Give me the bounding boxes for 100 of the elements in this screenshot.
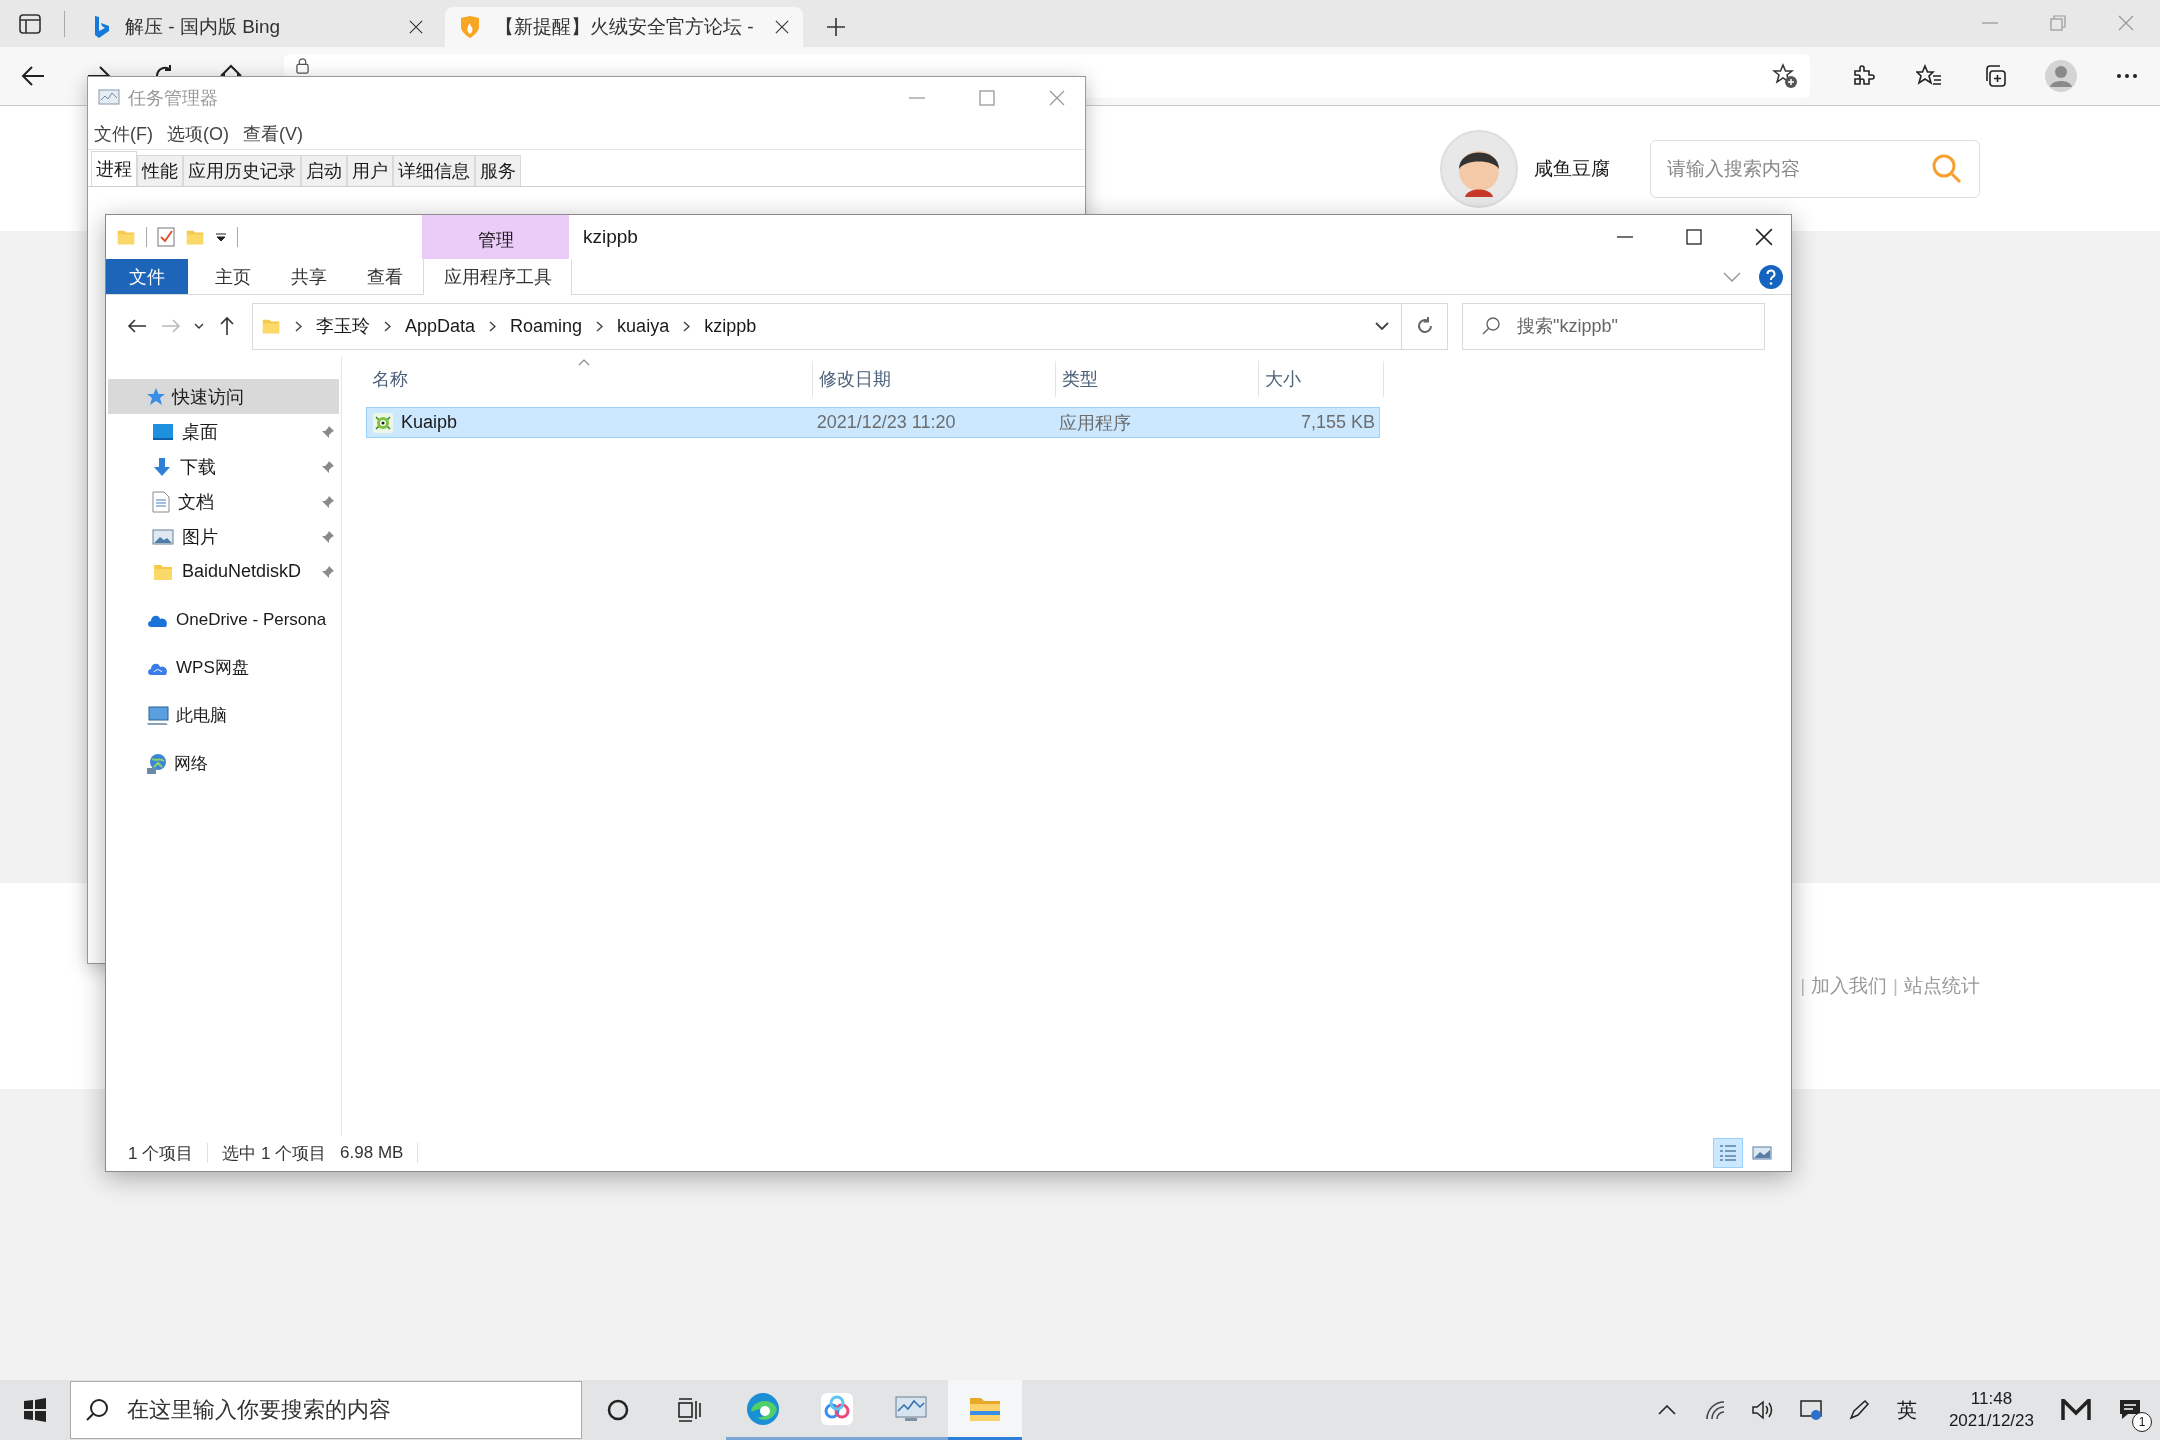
chevron-right-icon	[384, 320, 391, 332]
breadcrumb-item[interactable]: Roaming	[510, 315, 583, 337]
breadcrumb-item[interactable]: kuaiya	[617, 315, 670, 337]
cell-text: 2021/12/23 11:20	[816, 412, 956, 433]
nav-item[interactable]: WPS网盘	[108, 650, 339, 685]
list-icon	[1718, 1143, 1738, 1163]
ribbon-tab[interactable]: 应用程序工具	[423, 259, 572, 295]
close-icon[interactable]	[1755, 228, 1773, 246]
window-title: 任务管理器	[128, 86, 218, 110]
profile-avatar-icon[interactable]	[2044, 59, 2078, 93]
nav-item[interactable]: 网络	[108, 746, 339, 781]
ribbon-tab[interactable]: 查看	[347, 259, 423, 294]
column-header[interactable]: 大小	[1259, 361, 1384, 397]
puzzle-icon[interactable]	[1851, 64, 1875, 88]
selection-count: 选中 1 个项目	[222, 1142, 327, 1165]
selection-size: 6.98 MB	[340, 1143, 404, 1163]
pin-icon	[321, 424, 335, 439]
tab[interactable]: 应用历史记录	[183, 155, 301, 186]
nav-item[interactable]: 此电脑	[108, 698, 339, 733]
windows-start-icon[interactable]	[23, 1398, 47, 1422]
b-logo-icon	[93, 15, 111, 39]
add-favorite-icon[interactable]	[1772, 63, 1798, 89]
tab[interactable]: 进程	[91, 151, 137, 186]
favorites-icon[interactable]	[1916, 64, 1942, 88]
tab[interactable]: 服务	[475, 155, 521, 186]
wifi-icon[interactable]	[1703, 1400, 1726, 1420]
more-icon[interactable]	[2116, 73, 2138, 79]
ribbon-tab[interactable]: 文件	[106, 259, 188, 294]
nav-item[interactable]: OneDrive - Persona	[108, 602, 339, 637]
cell-text: 7,155 KB	[1300, 412, 1375, 433]
help-icon[interactable]	[1759, 264, 1783, 289]
maximize-icon[interactable]	[1686, 229, 1702, 245]
volume-icon[interactable]	[1750, 1400, 1775, 1420]
star-icon	[146, 386, 166, 407]
chevron-down-icon[interactable]	[1375, 322, 1389, 330]
dropdown-caret-icon[interactable]	[215, 231, 227, 243]
browser-tab[interactable]: 解压 - 国内版 Bing	[79, 7, 437, 47]
cell-text: Kuaipb	[401, 412, 458, 433]
refresh-button[interactable]	[1402, 302, 1448, 350]
search-icon	[85, 1398, 109, 1422]
window-title: kzippb	[583, 226, 638, 248]
task-view-icon[interactable]	[677, 1398, 703, 1422]
menu-item[interactable]: 查看(V)	[243, 121, 303, 146]
chevron-down-icon[interactable]	[194, 323, 204, 329]
chevron-right-icon	[489, 320, 497, 332]
breadcrumb-item[interactable]: AppData	[405, 315, 476, 337]
nav-item[interactable]: 快速访问	[108, 379, 339, 414]
item-count: 1 个项目	[128, 1142, 194, 1165]
m-logo-icon[interactable]	[2061, 1399, 2091, 1421]
expand-ribbon-icon[interactable]	[1723, 271, 1741, 282]
checklist-icon[interactable]	[157, 227, 175, 247]
input-method-indicator[interactable]: 英	[1882, 1396, 1931, 1424]
tab[interactable]: 详细信息	[393, 155, 475, 186]
back-icon[interactable]	[21, 65, 45, 87]
new-tab-icon[interactable]	[826, 17, 846, 37]
search-field[interactable]: 请输入搜索内容	[1650, 139, 1980, 198]
circle-icon[interactable]	[606, 1398, 630, 1422]
browser-tab[interactable]: 【新提醒】火绒安全官方论坛 -	[445, 7, 803, 47]
nav-item[interactable]: BaiduNetdiskD	[108, 554, 339, 589]
download-arrow-icon	[152, 456, 172, 477]
user-name[interactable]: 咸鱼豆腐	[1534, 155, 1610, 182]
tab[interactable]: 启动	[301, 155, 347, 186]
collections-icon[interactable]	[1983, 64, 2007, 88]
nav-item[interactable]: 图片	[108, 519, 339, 554]
chevron-right-icon	[295, 320, 302, 332]
up-arrow-icon[interactable]	[219, 316, 235, 336]
close-icon[interactable]	[775, 20, 789, 34]
file-row[interactable]: Kuaipb 2021/12/23 11:20 应用程序 7,155 KB	[366, 407, 1380, 438]
monitor-badge-icon[interactable]	[1798, 1399, 1823, 1421]
ribbon-tab[interactable]: 主页	[195, 259, 271, 294]
menu-item[interactable]: 选项(O)	[167, 121, 229, 146]
chevron-right-icon	[683, 320, 691, 332]
column-header[interactable]: 修改日期	[813, 361, 1056, 397]
pen-icon[interactable]	[1847, 1399, 1870, 1421]
taskbar-search-field[interactable]: 在这里输入你要搜索的内容	[70, 1381, 582, 1439]
breadcrumb-item[interactable]: 李玉玲	[316, 314, 370, 338]
ribbon-tab[interactable]: 共享	[271, 259, 347, 294]
address-field[interactable]: 李玉玲 AppData Roaming kuaiya kzippb	[252, 302, 1402, 350]
taskbar-app[interactable]	[948, 1380, 1022, 1440]
search-field[interactable]: 搜索"kzippb"	[1462, 302, 1765, 350]
back-icon[interactable]	[127, 318, 147, 334]
nav-item[interactable]: 文档	[108, 484, 339, 519]
close-icon[interactable]	[409, 20, 423, 34]
nav-item[interactable]: 桌面	[108, 414, 339, 449]
nav-item[interactable]: 下载	[108, 449, 339, 484]
network-globe-icon	[146, 752, 168, 775]
lock-icon	[296, 58, 309, 74]
tab-actions-icon[interactable]	[19, 13, 41, 34]
chevron-up-icon[interactable]	[1657, 1405, 1676, 1415]
tab[interactable]: 用户	[347, 155, 393, 186]
pin-icon	[321, 459, 335, 474]
eye-icon	[373, 412, 393, 433]
tab[interactable]: 性能	[137, 155, 183, 186]
search-icon	[1931, 152, 1963, 185]
menu-item[interactable]: 文件(F)	[94, 121, 153, 146]
breadcrumb-item[interactable]: kzippb	[704, 315, 757, 337]
column-header[interactable]: 类型	[1056, 361, 1259, 397]
clock[interactable]: 11:48 2021/12/23	[1930, 1387, 2052, 1433]
chevron-right-icon	[596, 320, 604, 332]
column-header[interactable]: 名称	[366, 361, 813, 397]
